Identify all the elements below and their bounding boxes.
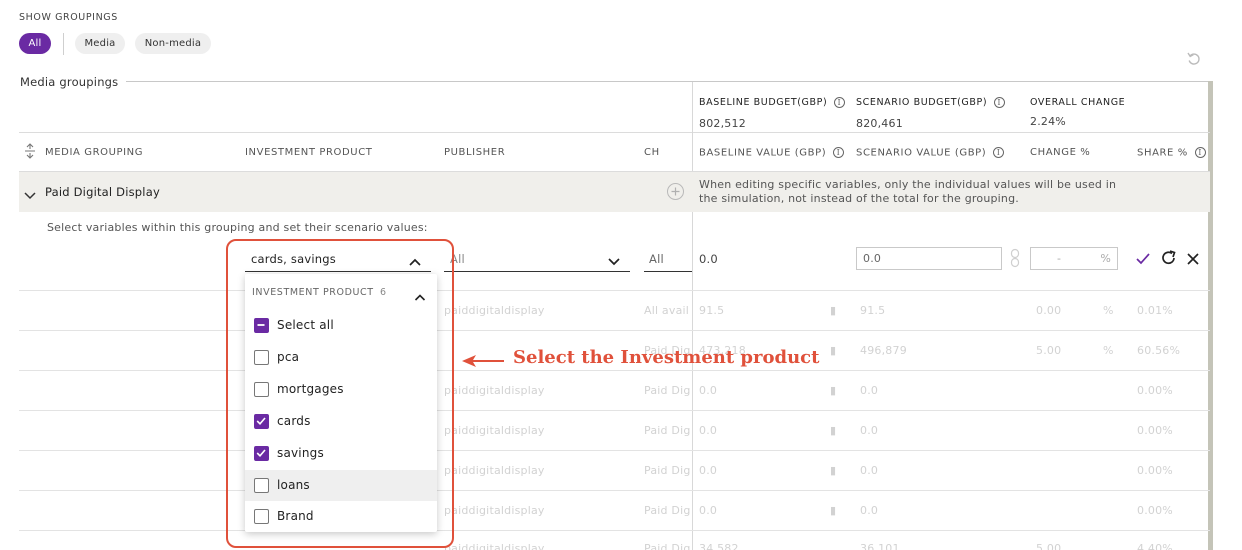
bar-chart-icon[interactable]: ▮ [830,424,836,437]
info-icon[interactable]: i [993,97,1005,108]
row-channel: Paid Dig [644,504,691,517]
row-baseline: 0.0 [699,384,718,397]
bar-chart-icon[interactable]: ▮ [830,344,836,357]
row-publisher: paiddigitaldisplay [444,424,545,437]
chevron-down-icon[interactable] [24,186,36,200]
table-row[interactable]: paiddigitaldisplay Paid Dig 0.0 ▮ 0.0 0.… [0,491,1242,531]
change-placeholder: - [1057,252,1062,265]
bar-chart-icon[interactable]: ▮ [830,304,836,317]
refresh-icon[interactable] [1160,249,1178,267]
row-baseline: 0.0 [699,424,718,437]
row-scenario: 0.0 [860,384,879,397]
change-pct-input[interactable]: - % [1030,247,1118,270]
table-row[interactable]: paiddigitaldisplay Paid Dig 34,582 36,10… [0,531,1242,550]
row-baseline: 0.0 [699,504,718,517]
row-baseline: 91.5 [699,304,725,317]
col-change-pct[interactable]: CHANGE % [1030,147,1090,158]
row-scenario: 91.5 [860,304,886,317]
section-rule [126,81,1212,82]
publisher-select-underline [444,271,630,272]
baseline-budget-value: 802,512 [699,117,746,130]
row-publisher: paiddigitaldisplay [444,464,545,477]
table-top-rule [19,132,1210,133]
row-pct: % [1103,304,1114,317]
bar-chart-icon[interactable]: ▮ [830,504,836,517]
row-publisher: paiddigitaldisplay [444,304,545,317]
scenario-value-input[interactable]: 0.0 [856,247,1002,270]
filter-non-media[interactable]: Non-media [135,33,211,54]
bar-chart-icon[interactable]: ▮ [830,464,836,477]
row-share: 0.00% [1137,464,1173,477]
row-change: 5.00 [1036,542,1062,550]
col-investment-product[interactable]: INVESTMENT PRODUCT [245,147,373,158]
sort-icon[interactable] [24,143,36,159]
overall-change-value: 2.24% [1030,115,1066,128]
annotation-highlight-box [226,239,454,548]
edit-instruction: Select variables within this grouping an… [47,221,428,234]
row-baseline: 34,582 [699,542,739,550]
row-share: 0.00% [1137,384,1173,397]
row-share: 4.40% [1137,542,1173,550]
scenario-budget-value: 820,461 [856,117,903,130]
annotation-text: Select the Investment product [513,347,820,368]
pct-sign: % [1100,252,1111,265]
filter-divider [63,33,64,55]
group-note: When editing specific variables, only th… [699,178,1117,205]
edit-baseline-value: 0.0 [699,252,718,266]
col-publisher[interactable]: PUBLISHER [444,147,505,158]
add-icon[interactable] [667,183,684,200]
scenario-budget-label: SCENARIO BUDGET(GBP) i [856,97,1005,108]
row-share: 0.00% [1137,504,1173,517]
filter-media[interactable]: Media [75,33,125,54]
info-icon[interactable]: i [1194,147,1206,158]
col-ch[interactable]: CH [644,147,660,158]
overall-change-label: OVERALL CHANGE [1030,97,1126,108]
row-channel: Paid Dig [644,424,691,437]
reset-icon[interactable] [1186,51,1202,67]
row-share: 0.01% [1137,304,1173,317]
row-change: 5.00 [1036,344,1062,357]
info-icon[interactable]: i [993,147,1005,158]
row-change: 0.00 [1036,304,1062,317]
show-groupings-heading: SHOW GROUPINGS [19,12,118,23]
row-channel: Paid Dig [644,464,691,477]
info-icon[interactable]: i [833,97,845,108]
table-row[interactable]: paiddigitaldisplay Paid Dig 0.0 ▮ 0.0 0.… [0,411,1242,451]
row-publisher: paiddigitaldisplay [444,384,545,397]
bar-chart-icon[interactable]: ▮ [830,384,836,397]
annotation-arrow-icon [460,353,506,367]
baseline-budget-label: BASELINE BUDGET(GBP) i [699,97,845,108]
row-pct: % [1103,344,1114,357]
row-share: 0.00% [1137,424,1173,437]
row-channel: All avail [644,304,690,317]
row-publisher: paiddigitaldisplay [444,542,545,550]
row-publisher: paiddigitaldisplay [444,504,545,517]
row-scenario: 36,101 [860,542,900,550]
group-name: Paid Digital Display [45,185,160,199]
col-scenario-value[interactable]: SCENARIO VALUE (GBP) i [856,147,1005,159]
section-title: Media groupings [20,75,119,89]
row-scenario: 0.0 [860,424,879,437]
channel-select-value[interactable]: All [649,252,664,266]
filter-all[interactable]: All [19,33,51,54]
row-scenario: 496,879 [860,344,907,357]
col-share-pct[interactable]: SHARE % i [1137,147,1206,159]
row-share: 60.56% [1137,344,1181,357]
col-baseline-value[interactable]: BASELINE VALUE (GBP) i [699,147,845,159]
confirm-check-icon[interactable] [1135,251,1151,265]
row-baseline: 0.0 [699,464,718,477]
info-icon[interactable]: i [833,147,845,158]
col-media-grouping[interactable]: MEDIA GROUPING [45,147,143,158]
row-scenario: 0.0 [860,504,879,517]
link-icon[interactable] [1010,248,1020,268]
row-channel: Paid Dig [644,384,691,397]
table-row[interactable]: paiddigitaldisplay Paid Dig 0.0 ▮ 0.0 0.… [0,451,1242,491]
close-icon[interactable] [1186,251,1200,265]
table-row[interactable]: paiddigitaldisplay All avail 91.5 ▮ 91.5… [0,291,1242,331]
channel-select-underline [644,271,692,272]
chevron-down-icon[interactable] [607,252,621,266]
row-channel: Paid Dig [644,542,691,550]
row-scenario: 0.0 [860,464,879,477]
table-row[interactable]: paiddigitaldisplay Paid Dig 0.0 ▮ 0.0 0.… [0,371,1242,411]
